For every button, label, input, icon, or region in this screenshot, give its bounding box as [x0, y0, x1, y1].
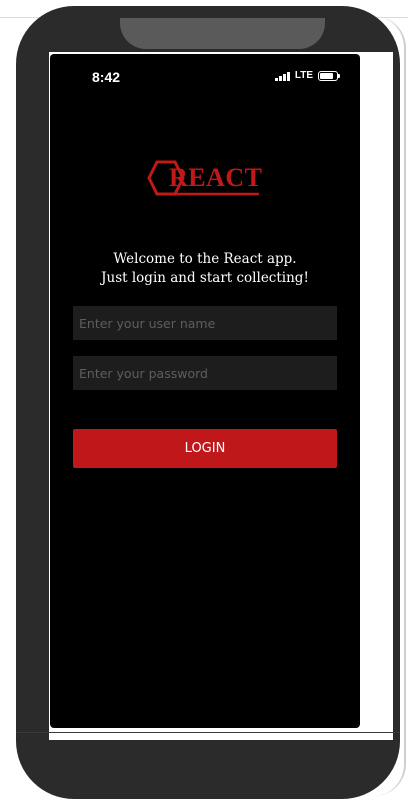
login-button[interactable]: LOGIN: [73, 429, 337, 468]
device-bottom-divider: [16, 732, 400, 733]
react-logo: REACT: [147, 154, 265, 202]
device-notch: [120, 18, 325, 49]
welcome-line-2: Just login and start collecting!: [101, 270, 309, 286]
status-time: 8:42: [92, 69, 121, 85]
login-button-label: LOGIN: [184, 441, 226, 456]
signal-bars-icon: [275, 71, 290, 81]
username-input[interactable]: [73, 306, 337, 340]
status-indicators: LTE: [275, 70, 340, 81]
logo-wordmark: REACT: [169, 163, 263, 192]
network-type: LTE: [294, 70, 313, 81]
password-input[interactable]: [73, 356, 337, 390]
welcome-line-1: Welcome to the React app.: [113, 251, 297, 267]
welcome-message: Welcome to the React app. Just login and…: [50, 250, 360, 288]
app-screen: 8:42 LTE REACT Welcome to the React app.…: [50, 54, 360, 728]
battery-icon: [318, 70, 340, 81]
